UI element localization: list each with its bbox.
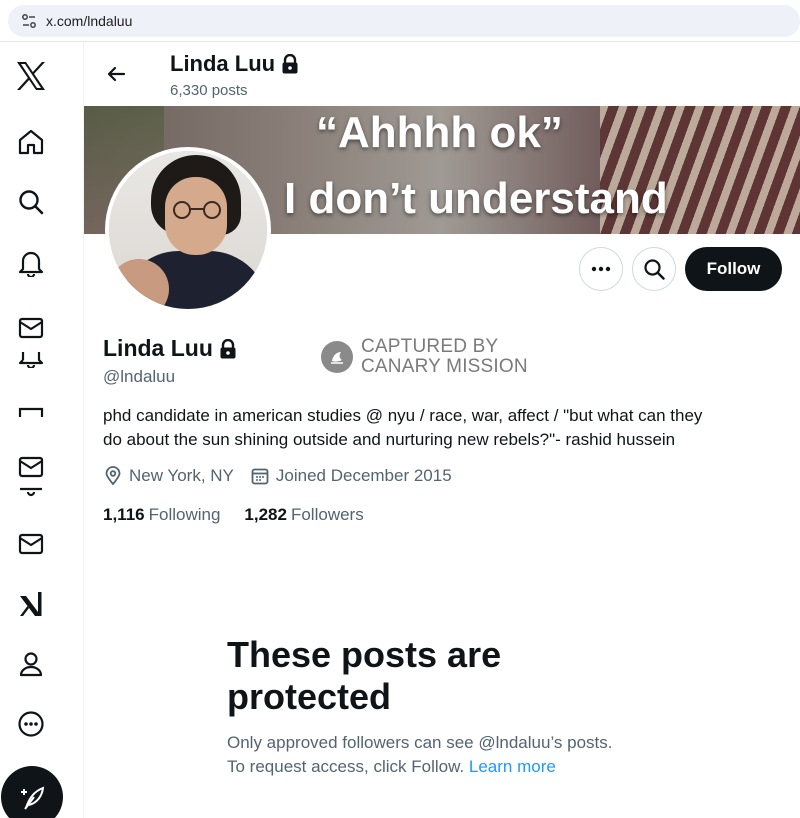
banner-text-line1: “Ahhhh ok” [316, 108, 563, 157]
profile-header: Linda Luu 6,330 posts [84, 42, 800, 106]
calendar-icon [251, 468, 269, 485]
watermark-line2: CANARY MISSION [361, 356, 528, 377]
profile-icon[interactable] [15, 648, 47, 680]
follow-button[interactable]: Follow [685, 247, 782, 291]
profile-bio: phd candidate in american studies @ nyu … [103, 404, 783, 452]
followers-count: 1,282 [244, 505, 287, 524]
bio-line1: phd candidate in american studies @ nyu … [103, 406, 703, 425]
location-item: New York, NY [103, 466, 234, 486]
followers-link[interactable]: 1,282 Followers [244, 505, 363, 525]
watermark-line1: CAPTURED BY [361, 336, 499, 357]
lock-icon [220, 338, 236, 358]
protected-title-line2: protected [227, 676, 392, 717]
url-text: x.com/lndaluu [46, 13, 133, 29]
sidebar-nav [0, 42, 84, 818]
protected-desc-line2: To request access, click Follow. Learn m… [227, 755, 647, 779]
search-icon[interactable] [15, 186, 47, 218]
more-horizontal-icon [591, 266, 611, 272]
browser-url-bar: x.com/lndaluu [0, 0, 800, 42]
protected-title: These posts are protected [227, 634, 547, 718]
home-icon[interactable] [15, 126, 47, 158]
location-text: New York, NY [129, 466, 234, 485]
protected-description: Only approved followers can see @lndaluu… [227, 731, 647, 779]
header-posts-count: 6,330 posts [170, 82, 248, 99]
watermark: CAPTURED BY CANARY MISSION [321, 337, 528, 377]
protected-title-line1: These posts are [227, 634, 502, 675]
follow-stats: 1,116 Following 1,282 Followers [103, 505, 388, 525]
joined-item: Joined December 2015 [250, 466, 452, 486]
compose-feather-icon [21, 786, 45, 810]
search-icon [644, 259, 665, 280]
back-button[interactable] [98, 56, 134, 92]
joined-text: Joined December 2015 [275, 466, 452, 485]
more-options-button[interactable] [579, 247, 623, 291]
notifications-icon[interactable] [15, 247, 47, 279]
address-field[interactable]: x.com/lndaluu [8, 5, 800, 37]
following-count: 1,116 [103, 505, 145, 524]
compose-post-button[interactable] [1, 766, 63, 818]
avatar[interactable] [105, 147, 271, 313]
grok-icon[interactable] [15, 588, 47, 620]
following-link[interactable]: 1,116 Following [103, 505, 220, 525]
bell-icon[interactable] [15, 342, 47, 374]
profile-name-row: Linda Luu [103, 335, 237, 362]
followers-label: Followers [290, 505, 364, 524]
header-title: Linda Luu [170, 51, 299, 77]
header-name: Linda Luu [170, 51, 276, 76]
profile-name: Linda Luu [103, 335, 213, 361]
more-icon[interactable] [15, 708, 47, 740]
messages-icon[interactable] [15, 312, 47, 344]
canary-logo-icon [321, 341, 353, 373]
learn-more-link[interactable]: Learn more [469, 757, 556, 776]
location-pin-icon [105, 466, 121, 486]
bell-icon[interactable] [15, 476, 47, 508]
mail-icon[interactable] [15, 528, 47, 560]
mail-partial-icon[interactable] [15, 396, 47, 428]
x-logo-icon[interactable] [15, 60, 47, 92]
protected-desc-line1: Only approved followers can see @lndaluu… [227, 733, 613, 752]
lock-icon [282, 54, 298, 74]
site-settings-icon[interactable] [20, 12, 38, 30]
banner-text-line2: I don’t understand [284, 174, 668, 223]
following-label: Following [148, 505, 221, 524]
profile-meta: New York, NY Joined December 2015 [103, 466, 468, 486]
protected-desc-text: To request access, click Follow. [227, 757, 465, 776]
bio-line2: do about the sun shining outside and nur… [103, 430, 676, 449]
arrow-left-icon [107, 66, 126, 82]
search-profile-button[interactable] [632, 247, 676, 291]
profile-handle: @lndaluu [103, 367, 176, 386]
